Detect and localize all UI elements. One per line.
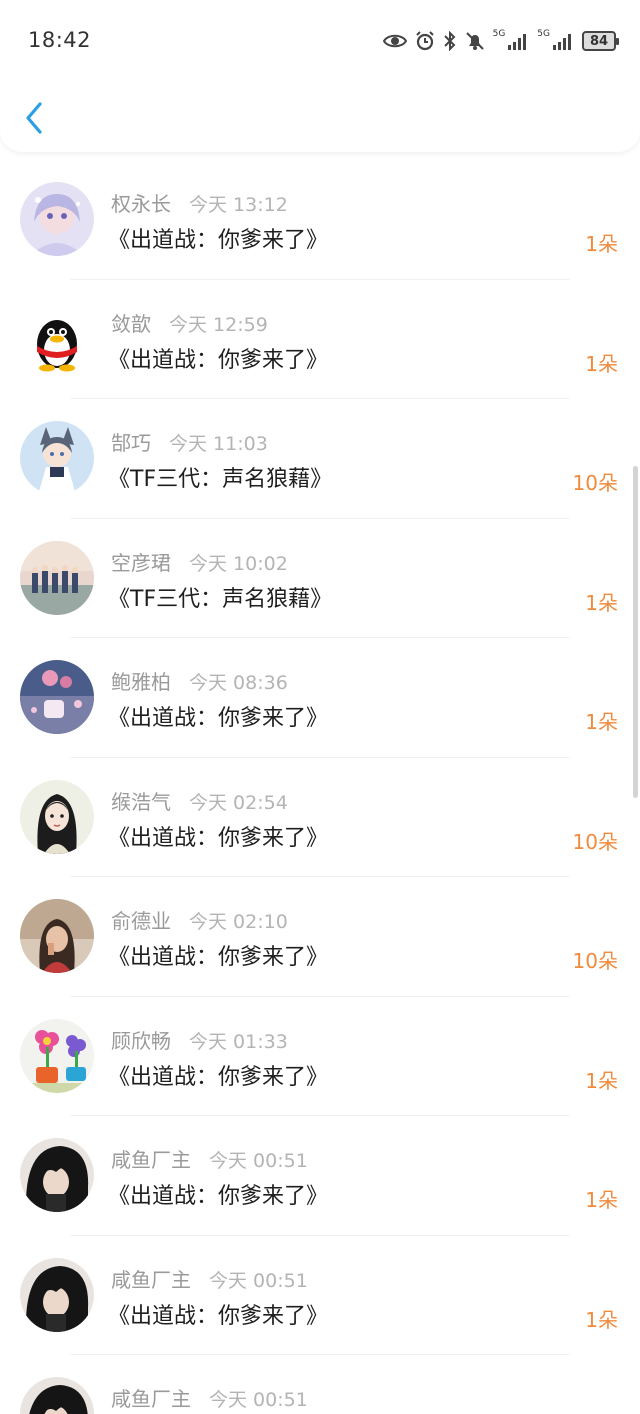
send-time: 今天 00:51: [209, 1150, 308, 1172]
list-item[interactable]: 缑浩气 今天 02:54 《出道战：你爹来了》 10朵: [0, 758, 640, 878]
signal-icon: [552, 32, 574, 50]
sender-name: 俞德业 今天 02:10: [111, 909, 288, 933]
sender-name: 郜巧 今天 11:03: [111, 431, 268, 455]
send-time: 今天 12:59: [169, 313, 268, 336]
gift-count: 1朵: [585, 1068, 618, 1093]
anime-girl-avatar: [20, 182, 94, 256]
sender-name: 敛歆 今天 12:59: [111, 311, 268, 336]
dark-hair-avatar: [20, 1138, 94, 1212]
gift-count: 1朵: [585, 710, 618, 734]
gift-count: 1朵: [585, 232, 618, 256]
book-title: 《出道战：你爹来了》: [108, 1064, 329, 1090]
illustrated-girl-avatar: [20, 779, 94, 854]
gift-record-list: 权永长 今天 13:12 《出道战：你爹来了》 1朵 敛歆 今天 12:59 《出道…: [0, 160, 640, 1414]
book-title: 《出道战：你爹来了》: [108, 347, 329, 373]
chevron-left-icon: [26, 102, 42, 134]
status-time: 18:42: [28, 28, 92, 52]
list-item[interactable]: 咸鱼厂主 今天 00:51 《出道战：你爹来了》 1朵: [0, 1236, 640, 1356]
sender-name: 咸鱼厂主 今天 00:51: [111, 1387, 308, 1411]
status-bar: 18:42 5G 5G 84: [0, 0, 640, 80]
book-title: 《出道战：你爹来了》: [108, 825, 329, 851]
signal1-label: 5G: [492, 29, 506, 39]
list-item[interactable]: 郜巧 今天 11:03 《TF三代：声名狼藉》 10朵: [0, 399, 640, 519]
signal-icon: [507, 32, 529, 50]
dark-hair-avatar: [20, 1377, 94, 1414]
list-item[interactable]: 鲍雅柏 今天 08:36 《出道战：你爹来了》 1朵: [0, 638, 640, 758]
book-title: 《出道战：你爹来了》: [108, 706, 329, 731]
status-icons: 5G 5G 84: [382, 28, 619, 54]
list-item[interactable]: 咸鱼厂主 今天 00:51: [0, 1355, 640, 1414]
sender-name: 缑浩气 今天 02:54: [111, 789, 288, 814]
signal2-label: 5G: [537, 29, 550, 39]
gift-count: 10朵: [572, 829, 618, 854]
sender-name: 鲍雅柏 今天 08:36: [111, 670, 288, 694]
group-photo-avatar: [20, 540, 94, 615]
list-item[interactable]: 顾欣畅 今天 01:33 《出道战：你爹来了》 1朵: [0, 997, 640, 1117]
gift-count: 1朵: [585, 351, 618, 376]
gift-count: 1朵: [585, 1188, 618, 1212]
book-title: 《TF三代：声名狼藉》: [108, 467, 333, 492]
send-time: 今天 01:33: [189, 1030, 288, 1053]
sender-name: 顾欣畅 今天 01:33: [111, 1028, 288, 1053]
battery-icon: 84: [582, 31, 619, 51]
send-time: 今天 08:36: [189, 672, 288, 694]
book-title: 《TF三代：声名狼藉》: [108, 586, 333, 612]
send-time: 今天 02:10: [189, 911, 288, 933]
list-item[interactable]: 空彦珺 今天 10:02 《TF三代：声名狼藉》 1朵: [0, 519, 640, 639]
book-title: 《出道战：你爹来了》: [108, 1303, 329, 1329]
send-time: 今天 10:02: [189, 552, 288, 575]
send-time: 今天 00:51: [209, 1389, 308, 1411]
list-item[interactable]: 权永长 今天 13:12 《出道战：你爹来了》 1朵: [0, 160, 640, 280]
gift-count: 10朵: [572, 949, 618, 973]
gift-count: 1朵: [585, 1307, 618, 1332]
qq-penguin-avatar: [20, 301, 94, 376]
back-button[interactable]: [18, 96, 52, 140]
dark-hair-avatar: [20, 1257, 94, 1332]
flower-toy-avatar: [20, 1018, 94, 1093]
gift-count: 1朵: [585, 590, 618, 615]
send-time: 今天 00:51: [209, 1269, 308, 1292]
book-title: 《出道战：你爹来了》: [108, 1184, 329, 1209]
sender-name: 咸鱼厂主 今天 00:51: [111, 1267, 308, 1292]
send-time: 今天 11:03: [169, 433, 268, 455]
list-item[interactable]: 敛歆 今天 12:59 《出道战：你爹来了》 1朵: [0, 280, 640, 400]
bluetooth-icon: [443, 31, 457, 51]
send-time: 今天 13:12: [189, 194, 288, 216]
photo-girl-avatar: [20, 899, 94, 973]
book-title: 《出道战：你爹来了》: [108, 945, 329, 970]
alarm-icon: [415, 31, 435, 51]
mute-bell-icon: [465, 31, 485, 51]
sender-name: 空彦珺 今天 10:02: [111, 550, 288, 575]
sender-name: 咸鱼厂主 今天 00:51: [111, 1148, 308, 1172]
anime-catgirl-avatar: [20, 421, 94, 495]
eye-icon: [382, 32, 407, 50]
scrollbar[interactable]: [633, 466, 638, 798]
book-title: 《出道战：你爹来了》: [108, 228, 329, 253]
list-item[interactable]: 咸鱼厂主 今天 00:51 《出道战：你爹来了》 1朵: [0, 1116, 640, 1236]
send-time: 今天 02:54: [189, 791, 288, 814]
list-item[interactable]: 俞德业 今天 02:10 《出道战：你爹来了》 10朵: [0, 877, 640, 997]
app-header: 18:42 5G 5G 84: [0, 0, 640, 152]
sender-name: 权永长 今天 13:12: [111, 192, 288, 216]
pink-scene-avatar: [20, 660, 94, 734]
gift-count: 10朵: [572, 471, 618, 495]
